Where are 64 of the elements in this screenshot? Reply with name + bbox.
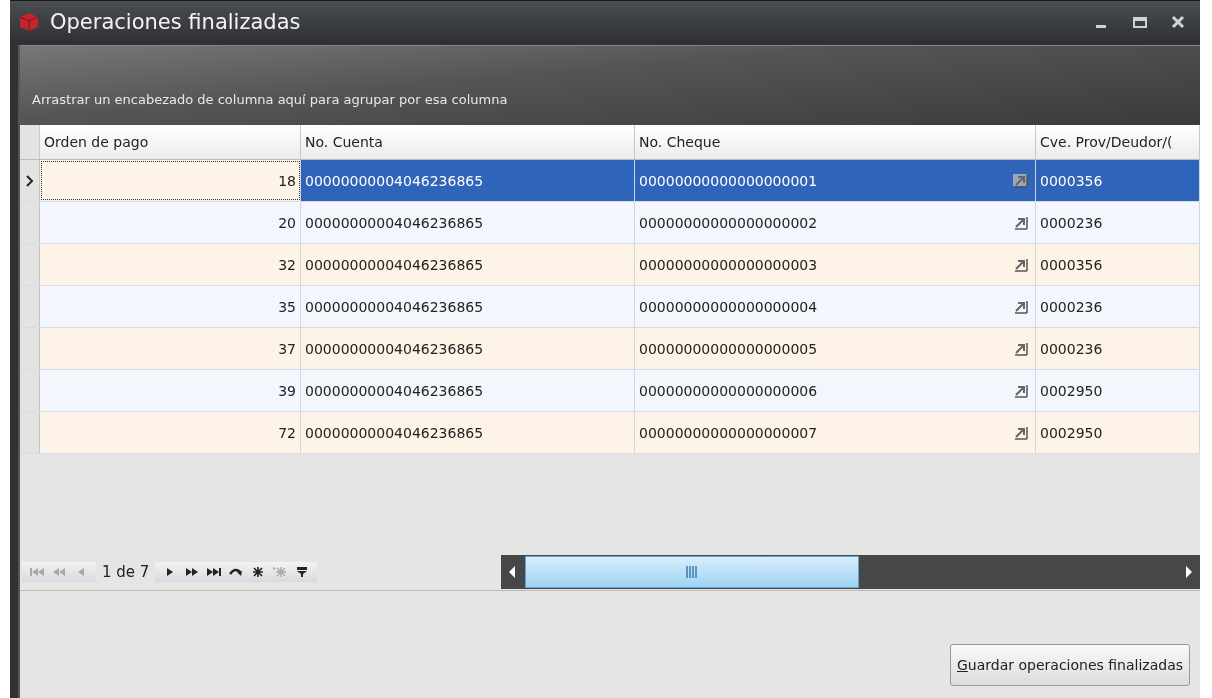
column-header[interactable]: No. Cheque	[635, 125, 1036, 159]
cube-icon	[18, 11, 40, 33]
table-cell: 00000000004046236865	[301, 244, 635, 285]
page-position: 1 de 7	[102, 563, 150, 581]
column-header[interactable]: Cve. Prov/Deudor/(	[1036, 125, 1200, 159]
scrollbar-thumb[interactable]	[525, 556, 859, 588]
window-title: Operaciones finalizadas	[50, 10, 301, 34]
save-button[interactable]: Guardar operaciones finalizadas	[950, 644, 1190, 686]
table-cell: 0000236	[1036, 328, 1200, 369]
column-header[interactable]: Orden de pago	[40, 125, 301, 159]
table-cell: 00000000000000000001	[639, 172, 818, 189]
scroll-right-icon[interactable]	[1184, 565, 1194, 579]
table-cell: 00000000004046236865	[301, 328, 635, 369]
last-icon	[206, 566, 223, 578]
link-arrow-icon[interactable]	[1013, 215, 1029, 230]
table-cell: 39	[40, 370, 301, 411]
new-selected-icon	[272, 566, 289, 578]
table-cell: 00000000004046236865	[301, 412, 635, 453]
link-arrow-icon[interactable]	[1013, 257, 1029, 272]
table-cell: 00000000004046236865	[301, 286, 635, 327]
scroll-left-icon[interactable]	[507, 565, 517, 579]
link-arrow-icon[interactable]	[1013, 383, 1029, 398]
table-cell: 00000000000000000003	[639, 256, 818, 273]
table-cell: 00000000000000000004	[639, 298, 818, 315]
table-cell: 18	[40, 160, 301, 201]
table-cell: 0000356	[1036, 244, 1200, 285]
table-cell: 00000000004046236865	[301, 370, 635, 411]
table-row[interactable]: 20 00000000004046236865 00000000000000000002 0000236	[20, 202, 1200, 244]
close-icon[interactable]	[1170, 14, 1186, 30]
table-cell: 0000236	[1036, 286, 1200, 327]
table-row[interactable]: 18 00000000004046236865 00000000000000000001 0000356	[20, 160, 1200, 202]
table-cell: 0002950	[1036, 370, 1200, 411]
grip-icon	[686, 565, 698, 579]
maximize-icon[interactable]	[1132, 14, 1148, 30]
table-cell: 00000000000000000007	[639, 424, 818, 441]
table-cell: 00000000000000000005	[639, 340, 818, 357]
table-cell: 00000000000000000006	[639, 382, 818, 399]
table-row[interactable]: 32 00000000004046236865 00000000000000000003 0000356	[20, 244, 1200, 286]
table-cell: 35	[40, 286, 301, 327]
refresh-icon	[228, 566, 245, 578]
table-cell: 72	[40, 412, 301, 453]
table-row[interactable]: 72 00000000004046236865 00000000000000000007 0002950	[20, 412, 1200, 454]
row-header[interactable]	[20, 160, 40, 201]
table-cell: 20	[40, 202, 301, 243]
link-arrow-icon[interactable]	[1013, 341, 1029, 356]
column-header[interactable]: No. Cuenta	[301, 125, 635, 159]
table-cell: 00000000004046236865	[301, 202, 635, 243]
link-arrow-icon[interactable]	[1013, 425, 1029, 440]
horizontal-scrollbar[interactable]	[501, 555, 1200, 589]
table-cell: 0000356	[1036, 160, 1200, 201]
link-arrow-icon[interactable]	[1013, 299, 1029, 314]
table-cell: 37	[40, 328, 301, 369]
first-icon	[29, 566, 45, 578]
table-cell: 00000000004046236865	[301, 160, 635, 201]
table-cell: 0002950	[1036, 412, 1200, 453]
table-cell: 00000000000000000002	[639, 214, 818, 231]
table-cell: 0000236	[1036, 202, 1200, 243]
table-cell: 32	[40, 244, 301, 285]
table-row[interactable]: 37 00000000004046236865 00000000000000000005 0000236	[20, 328, 1200, 370]
prev-page-icon	[51, 566, 67, 578]
group-hint: Arrastrar un encabezado de columna aquí para agrupar por esa columna	[32, 92, 508, 107]
table-row[interactable]: 39 00000000004046236865 00000000000000000006 0002950	[20, 370, 1200, 412]
link-arrow-icon[interactable]	[1013, 173, 1029, 188]
table-row[interactable]: 35 00000000004046236865 00000000000000000004 0000236	[20, 286, 1200, 328]
